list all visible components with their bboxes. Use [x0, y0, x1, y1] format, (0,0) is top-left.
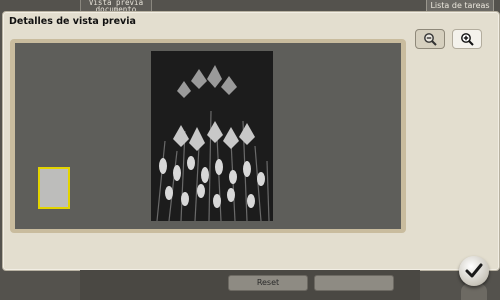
page-thumbnail[interactable]	[38, 167, 70, 209]
secondary-button[interactable]	[314, 275, 394, 291]
checkmark-icon	[465, 263, 483, 278]
panel-title: Detalles de vista previa	[9, 16, 136, 27]
reset-button[interactable]: Reset	[228, 275, 308, 291]
zoom-in-icon	[461, 33, 474, 46]
document-preview-image	[151, 51, 273, 221]
ok-button[interactable]	[459, 256, 489, 286]
preview-details-panel: Detalles de vista previa	[2, 11, 500, 271]
zoom-out-button[interactable]	[415, 29, 445, 49]
zoom-in-button[interactable]	[452, 29, 482, 49]
zoom-out-icon	[424, 33, 437, 46]
preview-frame	[10, 39, 406, 233]
preview-area	[15, 43, 401, 229]
